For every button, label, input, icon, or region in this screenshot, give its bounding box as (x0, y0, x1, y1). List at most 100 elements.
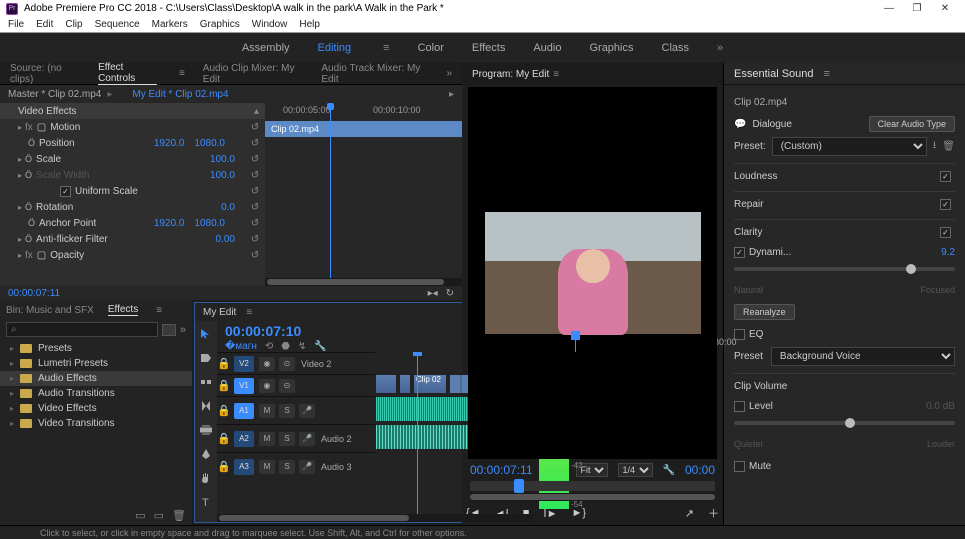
track-header[interactable]: 🔒A3MS🎤Audio 3 (217, 452, 375, 480)
menu-file[interactable]: File (8, 19, 24, 30)
sync-lock[interactable]: ⊙ (279, 379, 295, 393)
dynamics-toggle[interactable] (734, 247, 745, 258)
menu-edit[interactable]: Edit (36, 19, 53, 30)
es-preset-select[interactable]: (Custom) (772, 137, 927, 156)
mute-button[interactable]: M (259, 404, 275, 418)
track-header[interactable]: 🔒V2◉⊙Video 2 (217, 352, 375, 374)
solo-button[interactable]: S (279, 460, 295, 474)
hand-tool[interactable] (199, 471, 213, 485)
track-header[interactable]: 🔒A2MS🎤Audio 2 (217, 424, 375, 452)
video-clip[interactable]: Clip 02 (413, 374, 447, 394)
mute-button[interactable]: M (259, 460, 275, 474)
loudness-toggle[interactable] (940, 171, 951, 182)
close-button[interactable]: ✕ (931, 3, 959, 14)
video-clip[interactable] (375, 374, 397, 394)
track-target[interactable]: A2 (234, 431, 254, 447)
ec-play-icon[interactable]: ▸ (449, 89, 454, 100)
keyframe-reset-icon[interactable]: ↺ (245, 154, 265, 165)
ripple-edit-tool[interactable] (199, 375, 213, 389)
workspace-assembly[interactable]: Assembly (242, 42, 290, 54)
lock-icon[interactable]: 🔒 (217, 432, 231, 445)
stopwatch-icon[interactable]: Ö (25, 170, 32, 180)
effects-folder[interactable]: ▸Audio Effects (0, 371, 192, 386)
dynamics-slider[interactable] (734, 267, 955, 271)
timeline-playhead-line[interactable] (417, 352, 418, 514)
effects-folder[interactable]: ▸Video Transitions (0, 416, 192, 431)
video-clip[interactable] (399, 374, 411, 394)
toggle-output[interactable]: ◉ (259, 379, 275, 393)
export-frame-button[interactable]: ↗ (685, 507, 694, 520)
wrench-icon[interactable]: 🔧 (663, 465, 675, 476)
effects-folder[interactable]: ▸Presets (0, 341, 192, 356)
ec-property-value[interactable]: 1920.0 (154, 218, 185, 229)
timeline-timecode[interactable]: 00:00:07:10 (217, 321, 375, 341)
settings-icon[interactable]: ↯ (298, 341, 306, 352)
track-target[interactable]: A3 (234, 459, 254, 475)
menu-window[interactable]: Window (252, 19, 288, 30)
level-slider[interactable] (734, 421, 955, 425)
keyframe-reset-icon[interactable]: ↺ (245, 202, 265, 213)
panel-menu-icon[interactable]: ≡ (156, 305, 162, 316)
program-menu-icon[interactable]: ≡ (553, 69, 559, 80)
dynamics-value[interactable]: 9.2 (941, 247, 955, 258)
loudness-section[interactable]: Loudness (734, 171, 777, 182)
new-bin-icon[interactable]: ▭ (135, 509, 145, 525)
timeline-tab[interactable]: My Edit (203, 307, 236, 318)
menu-markers[interactable]: Markers (152, 19, 188, 30)
solo-button[interactable]: S (279, 432, 295, 446)
workspace-overflow-icon[interactable]: » (717, 42, 723, 54)
panel-tab[interactable]: Source: (no clips) (10, 63, 80, 85)
repair-section[interactable]: Repair (734, 199, 763, 210)
sync-lock[interactable]: ⊙ (279, 357, 295, 371)
stopwatch-icon[interactable]: Ö (25, 202, 32, 212)
keyframe-reset-icon[interactable]: ↺ (245, 138, 265, 149)
ec-property-value[interactable]: 1080.0 (194, 138, 225, 149)
workspace-effects[interactable]: Effects (472, 42, 505, 54)
panel-tab[interactable]: Audio Track Mixer: My Edit (321, 63, 428, 85)
uniform-scale-checkbox[interactable] (60, 186, 71, 197)
type-tool[interactable]: T (199, 495, 213, 509)
keyframe-reset-icon[interactable]: ↺ (245, 250, 265, 261)
reanalyze-button[interactable]: Reanalyze (734, 304, 795, 320)
panel-tab[interactable]: Audio Clip Mixer: My Edit (203, 63, 304, 85)
delete-preset-icon[interactable]: 🗑 (942, 141, 955, 152)
track-header[interactable]: 🔒V1 ◉ ⊙ (217, 374, 375, 396)
program-timecode-out[interactable]: 00:00 (685, 463, 715, 477)
mute-button[interactable]: M (259, 432, 275, 446)
lock-icon[interactable]: 🔒 (217, 404, 231, 417)
snap-icon[interactable]: �магн (225, 341, 257, 352)
lock-icon[interactable]: 🔒 (217, 379, 231, 392)
menu-help[interactable]: Help (299, 19, 320, 30)
clip-volume-section[interactable]: Clip Volume (734, 381, 787, 392)
effects-folder[interactable]: ▸Audio Transitions (0, 386, 192, 401)
ec-timecode[interactable]: 00:00:07:11 (8, 288, 60, 299)
timeline-playhead[interactable] (575, 336, 576, 352)
stopwatch-icon[interactable]: Ö (25, 234, 32, 244)
ec-property-value[interactable]: 0.0 (221, 202, 235, 213)
ec-property-value[interactable]: 100.0 (210, 170, 235, 181)
slip-tool[interactable] (199, 423, 213, 437)
workspace-graphics[interactable]: Graphics (589, 42, 633, 54)
voice-button[interactable]: 🎤 (299, 432, 315, 446)
clear-audio-type-button[interactable]: Clear Audio Type (869, 116, 955, 132)
eq-preset-select[interactable]: Background Voice (771, 347, 955, 366)
track-select-tool[interactable] (199, 351, 213, 365)
minimize-button[interactable]: — (875, 3, 903, 14)
pen-tool[interactable] (199, 447, 213, 461)
menu-clip[interactable]: Clip (65, 19, 82, 30)
program-scrubber[interactable] (470, 481, 715, 491)
ec-property-value[interactable]: 100.0 (210, 154, 235, 165)
stopwatch-icon[interactable]: Ö (25, 154, 32, 164)
workspace-editing[interactable]: Editing (318, 42, 352, 54)
track-target[interactable]: V1 (234, 378, 254, 394)
panel-tab[interactable]: Effect Controls (98, 62, 157, 85)
menu-graphics[interactable]: Graphics (200, 19, 240, 30)
panel-menu-icon[interactable]: » (180, 324, 186, 336)
effects-folder[interactable]: ▸Video Effects (0, 401, 192, 416)
voice-button[interactable]: 🎤 (299, 460, 315, 474)
program-tab[interactable]: Program: My Edit≡ (462, 63, 723, 85)
ec-property-value[interactable]: 1920.0 (154, 138, 185, 149)
solo-button[interactable]: S (279, 404, 295, 418)
voice-button[interactable]: 🎤 (299, 404, 315, 418)
program-resolution-select[interactable]: 1/4 (618, 463, 653, 477)
